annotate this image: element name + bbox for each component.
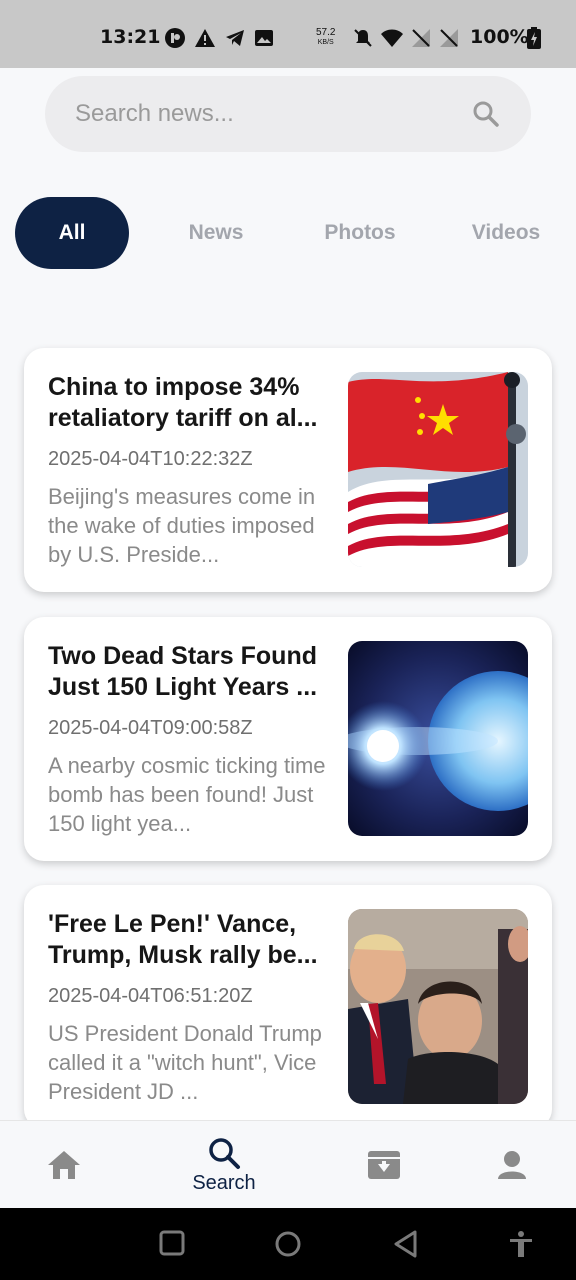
nav-search[interactable]: Search <box>184 1121 264 1209</box>
news-date: 2025-04-04T06:51:20Z <box>48 985 253 1007</box>
system-status-icons <box>352 27 460 49</box>
recent-apps-icon[interactable] <box>159 1230 185 1256</box>
accessibility-icon[interactable] <box>508 1230 534 1258</box>
bottom-navigation: Search <box>0 1120 576 1208</box>
search-icon <box>209 1137 240 1169</box>
search-icon[interactable] <box>471 99 501 129</box>
news-card[interactable]: Two Dead Stars Found Just 150 Light Year… <box>24 617 552 861</box>
nav-home[interactable] <box>32 1121 96 1209</box>
news-thumbnail <box>348 372 528 567</box>
battery-charging-icon <box>527 27 541 49</box>
battery-level: 100% <box>470 26 529 48</box>
app-notification-icon <box>165 28 185 48</box>
news-date: 2025-04-04T10:22:32Z <box>48 448 253 470</box>
image-icon <box>255 30 273 46</box>
news-title: Two Dead Stars Found Just 150 Light Year… <box>48 642 318 701</box>
news-title: China to impose 34% retaliatory tariff o… <box>48 373 318 432</box>
home-icon <box>48 1151 80 1179</box>
search-bar[interactable] <box>45 76 531 152</box>
search-input[interactable] <box>75 100 471 128</box>
nav-archive[interactable] <box>352 1121 416 1209</box>
nav-search-label: Search <box>192 1171 256 1194</box>
news-description: Beijing's measures come in the wake of d… <box>48 484 316 567</box>
status-time: 13:21 <box>100 26 161 48</box>
tab-news[interactable]: News <box>165 197 267 269</box>
signal-off-icon-2 <box>440 29 458 47</box>
tab-photos[interactable]: Photos <box>305 197 415 269</box>
person-icon <box>498 1151 526 1179</box>
archive-icon <box>368 1151 400 1179</box>
nav-profile[interactable] <box>480 1121 544 1209</box>
news-thumbnail <box>348 641 528 836</box>
home-button-icon[interactable] <box>274 1230 302 1258</box>
news-title: 'Free Le Pen!' Vance, Trump, Musk rally … <box>48 910 318 969</box>
tab-all[interactable]: All <box>15 197 129 269</box>
news-description: A nearby cosmic ticking time bomb has be… <box>48 753 326 836</box>
wifi-icon <box>381 29 403 47</box>
telegram-icon <box>226 30 244 46</box>
system-navigation-bar <box>0 1208 576 1280</box>
signal-off-icon <box>412 29 430 47</box>
status-bar: 13:21 57.2 KB/S 100% <box>0 0 576 68</box>
mute-icon <box>354 29 372 47</box>
notification-icons <box>164 27 274 49</box>
news-date: 2025-04-04T09:00:58Z <box>48 717 253 739</box>
tab-videos[interactable]: Videos <box>451 197 561 269</box>
news-card[interactable]: China to impose 34% retaliatory tariff o… <box>24 348 552 592</box>
back-icon[interactable] <box>393 1230 419 1258</box>
warning-icon <box>195 29 215 47</box>
network-speed: 57.2 KB/S <box>316 27 336 47</box>
news-card[interactable]: 'Free Le Pen!' Vance, Trump, Musk rally … <box>24 885 552 1129</box>
news-thumbnail <box>348 909 528 1104</box>
category-tabs: All News Photos Videos <box>15 197 561 269</box>
news-description: US President Donald Trump called it a "w… <box>48 1021 322 1104</box>
